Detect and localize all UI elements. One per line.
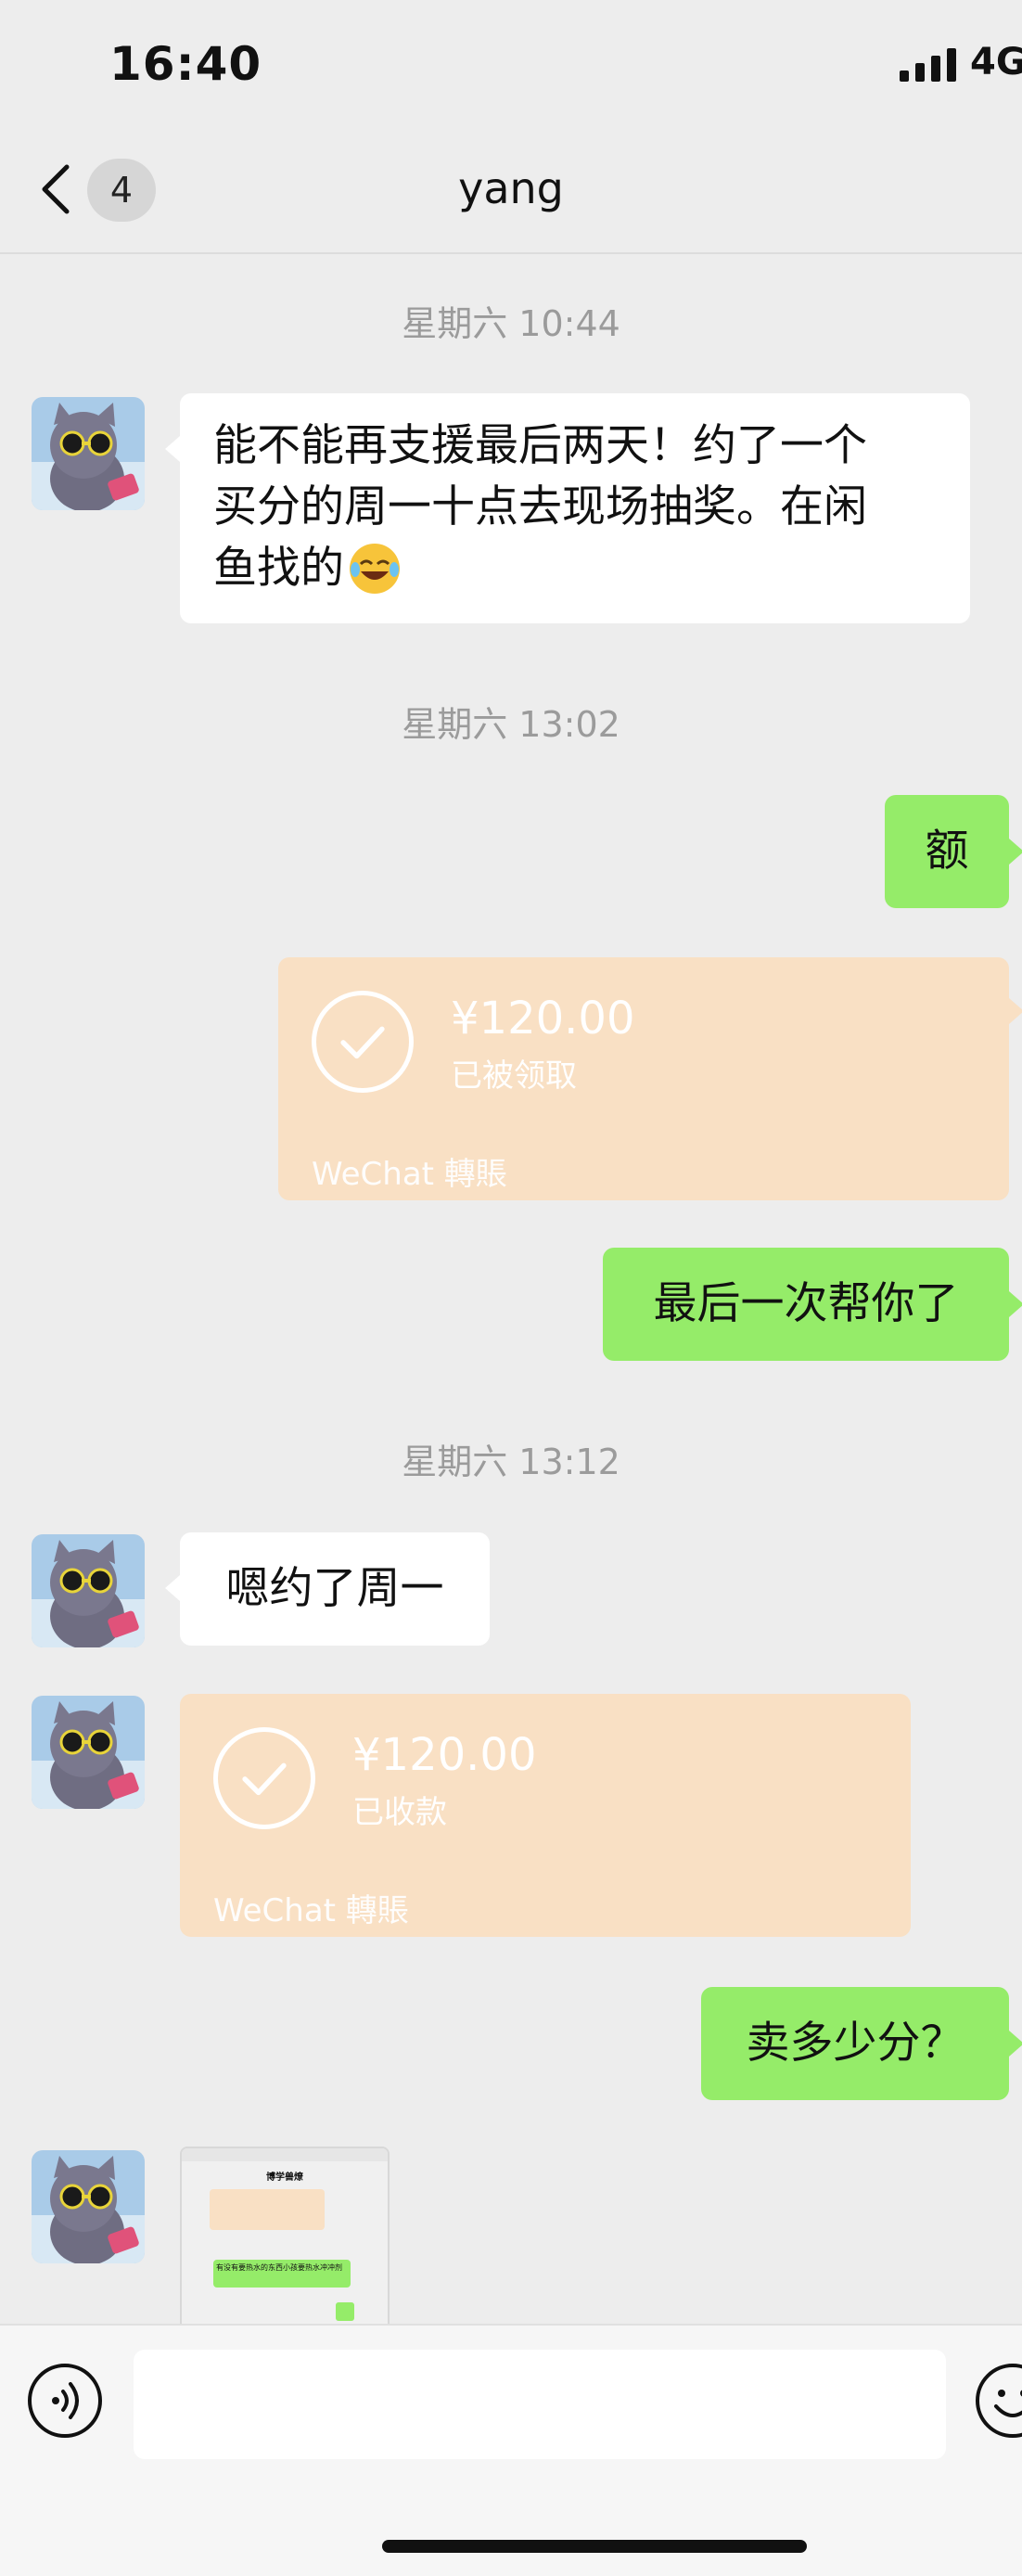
message-bubble[interactable]: 卖多少分？ (701, 1987, 1009, 2100)
avatar[interactable] (32, 397, 145, 510)
emoji-icon[interactable] (976, 2364, 1022, 2438)
voice-waves (52, 2382, 79, 2419)
transfer-card[interactable]: ¥120.00 已收款 WeChat 轉賬 (180, 1694, 911, 1937)
transfer-brand: WeChat 轉賬 (213, 1892, 409, 1929)
bubble-tail (1009, 998, 1022, 1024)
message-line: 能不能再支援最后两天！约了一个 (213, 420, 867, 471)
message-text: 最后一次帮你了 (653, 1278, 959, 1329)
emoji-face (994, 2390, 1022, 2417)
avatar[interactable] (32, 1534, 145, 1647)
chat-title: yang (458, 163, 564, 213)
home-indicator[interactable] (382, 2540, 807, 2553)
bubble-tail (1009, 1291, 1022, 1317)
avatar[interactable] (32, 1696, 145, 1809)
cat-avatar-icon (32, 2150, 145, 2263)
network-type: 4G (970, 41, 1022, 83)
image-thumbnail[interactable]: 博学兽燎 有没有要热水的东西小孩要热水冲冲剂 (180, 2147, 390, 2336)
transfer-card[interactable]: ¥120.00 已被领取 WeChat 轉賬 (278, 957, 1009, 1200)
check-circle-icon (312, 991, 414, 1093)
bubble-tail (1009, 2031, 1022, 2057)
thumb-message (336, 2302, 354, 2321)
message-timestamp: 星期六 10:44 (402, 303, 620, 344)
bubble-tail (165, 1575, 180, 1601)
cat-avatar-icon (32, 1696, 145, 1809)
thumb-message: 有没有要热水的东西小孩要热水冲冲剂 (213, 2260, 351, 2288)
message-bubble[interactable]: 额 (885, 795, 1009, 908)
thumb-title: 博学兽燎 (266, 2172, 303, 2183)
message-line: 鱼找的 (213, 543, 344, 594)
message-bubble[interactable]: 嗯约了周一 (180, 1532, 490, 1646)
message-timestamp: 星期六 13:12 (402, 1442, 620, 1482)
transfer-status: 已被领取 (451, 1057, 577, 1095)
thumb-transfer (210, 2189, 325, 2230)
message-text: 嗯约了周一 (225, 1563, 444, 1614)
check-circle-icon (213, 1727, 315, 1829)
voice-icon[interactable] (28, 2364, 102, 2438)
message-line: 买分的周一十点去现场抽奖。在闲 (213, 481, 867, 532)
avatar[interactable] (32, 2150, 145, 2263)
transfer-amount: ¥120.00 (352, 1729, 537, 1781)
transfer-status: 已收款 (352, 1794, 447, 1831)
status-time: 16:40 (109, 37, 262, 91)
signal-icon (900, 48, 956, 82)
message-bubble[interactable]: 能不能再支援最后两天！约了一个 买分的周一十点去现场抽奖。在闲 鱼找的 (180, 393, 970, 623)
bubble-tail (1009, 839, 1022, 865)
transfer-brand: WeChat 轉賬 (312, 1156, 507, 1193)
message-text: 卖多少分？ (746, 2018, 965, 2069)
thumb-status-bar (182, 2148, 388, 2161)
message-text: 额 (925, 826, 969, 877)
cat-avatar-icon (32, 397, 145, 510)
message-bubble[interactable]: 最后一次帮你了 (603, 1248, 1009, 1361)
laughing-emoji-icon (350, 544, 400, 594)
bubble-tail (165, 436, 180, 462)
cat-avatar-icon (32, 1534, 145, 1647)
message-input[interactable] (134, 2350, 946, 2459)
message-timestamp: 星期六 13:02 (402, 704, 620, 745)
transfer-amount: ¥120.00 (451, 993, 635, 1044)
